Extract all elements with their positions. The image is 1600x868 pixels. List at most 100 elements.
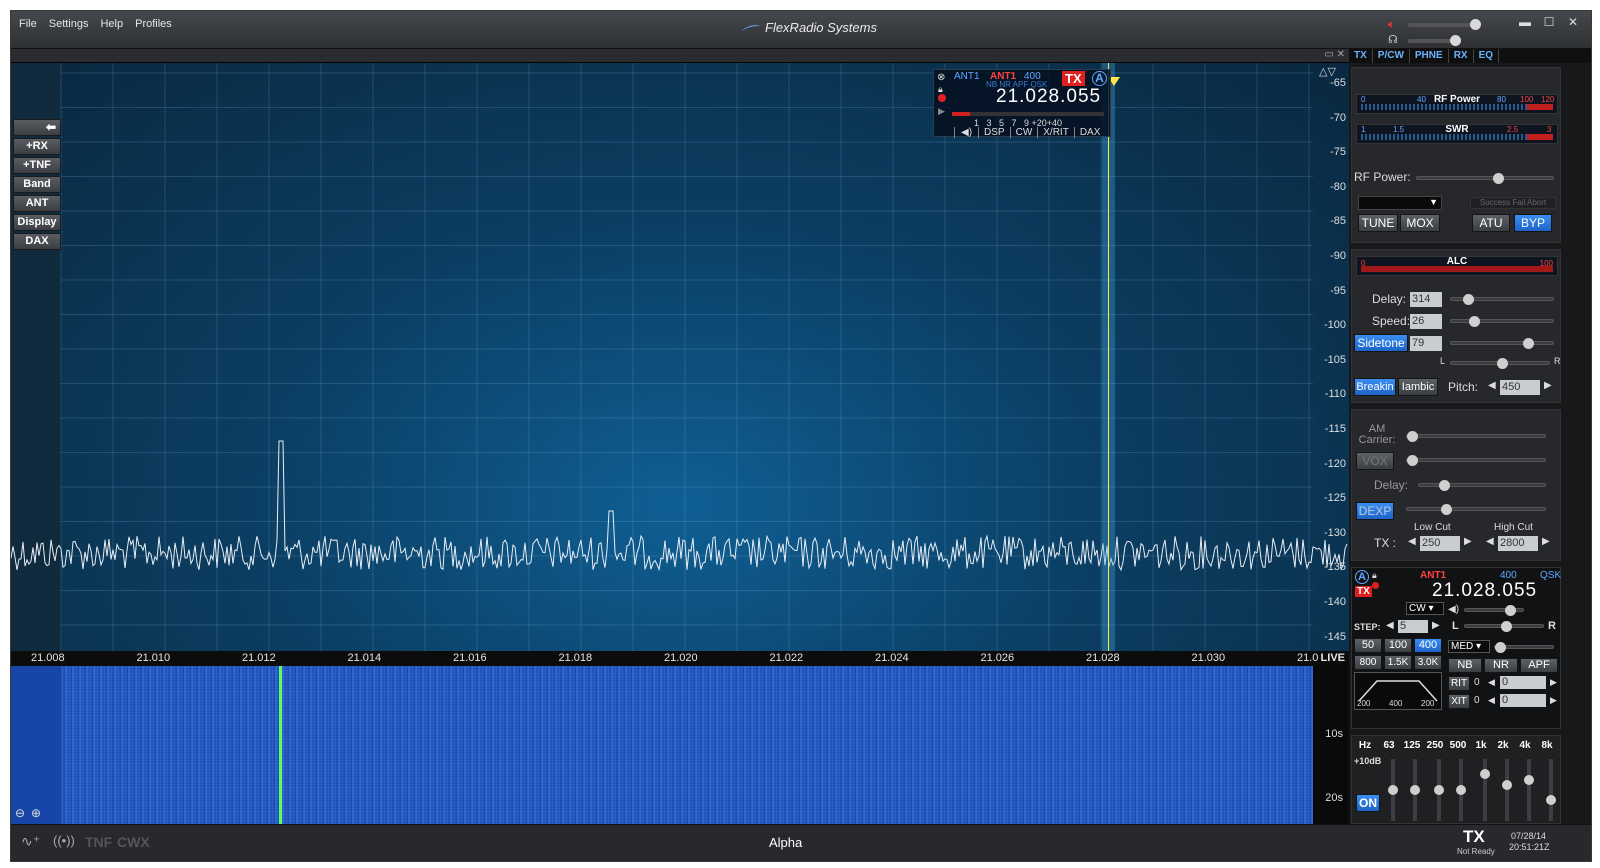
dexp-button[interactable]: DEXP xyxy=(1356,502,1394,520)
tab-rx[interactable]: RX xyxy=(1449,49,1474,63)
atu-button[interactable]: ATU xyxy=(1472,214,1510,232)
band-button[interactable]: Band xyxy=(13,176,61,193)
vox-delay-slider[interactable] xyxy=(1418,480,1546,491)
eq-band-slider[interactable] xyxy=(1524,759,1534,821)
pitch-value[interactable]: 450 xyxy=(1500,380,1540,395)
zoom-in-icon[interactable]: ⊕ xyxy=(31,806,41,820)
db-axis[interactable]: △▽ -65 -70 -75 -80 -85 -90 -95 -100 -105 -110 -115… xyxy=(1313,63,1349,651)
tab-phne[interactable]: PHNE xyxy=(1410,49,1449,63)
menu-file[interactable]: File xyxy=(19,18,37,30)
filter-1-5k-button[interactable]: 1.5K xyxy=(1384,655,1412,670)
agc-dropdown[interactable]: MED ▾ xyxy=(1448,640,1490,653)
eq-band-slider[interactable] xyxy=(1456,759,1466,821)
slice-tab-xrit[interactable]: X/RIT xyxy=(1037,127,1074,138)
cw-delay-value[interactable]: 314 xyxy=(1410,292,1442,307)
minimize-icon[interactable]: ▬ xyxy=(1515,15,1535,29)
xit-decrease-icon[interactable]: ◀ xyxy=(1488,695,1495,706)
slice-tab-dax[interactable]: DAX xyxy=(1073,127,1106,138)
low-cut-increase-icon[interactable]: ▶ xyxy=(1464,536,1472,547)
eq-band-slider[interactable] xyxy=(1434,759,1444,821)
menu-help[interactable]: Help xyxy=(100,18,123,30)
mox-button[interactable]: MOX xyxy=(1400,214,1440,232)
rx-frequency[interactable]: 21.028.055 xyxy=(1432,580,1537,602)
slice-marker-band[interactable] xyxy=(1102,63,1115,651)
apf-button[interactable]: APF xyxy=(1520,658,1558,673)
slice-frequency[interactable]: 21.028.055 xyxy=(996,86,1101,108)
ant-button[interactable]: ANT xyxy=(13,195,61,212)
am-carrier-slider[interactable] xyxy=(1406,431,1546,442)
eq-band-slider[interactable] xyxy=(1502,759,1512,821)
rit-decrease-icon[interactable]: ◀ xyxy=(1488,677,1495,688)
waveform-add-icon[interactable]: ∿⁺ xyxy=(21,833,40,850)
close-slice-icon[interactable]: ⊗ xyxy=(937,72,945,83)
vox-level-slider[interactable] xyxy=(1406,455,1546,466)
mode-dropdown[interactable]: CW ▾ xyxy=(1406,602,1444,615)
filter-100-button[interactable]: 100 xyxy=(1384,638,1412,653)
add-tnf-button[interactable]: +TNF xyxy=(13,157,61,174)
tab-eq[interactable]: EQ xyxy=(1474,49,1500,63)
headphone-icon[interactable]: ☊ xyxy=(1388,33,1398,46)
close-icon[interactable]: ✕ xyxy=(1563,15,1583,29)
step-decrease-icon[interactable]: ◀ xyxy=(1386,620,1394,631)
display-button[interactable]: Display xyxy=(13,214,61,231)
low-cut-decrease-icon[interactable]: ◀ xyxy=(1408,536,1416,547)
high-cut-value[interactable]: 2800 xyxy=(1498,536,1538,551)
rx-pan-slider[interactable] xyxy=(1464,621,1544,632)
eq-band-slider[interactable] xyxy=(1480,759,1490,821)
add-rx-button[interactable]: +RX xyxy=(13,138,61,155)
maximize-icon[interactable]: ☐ xyxy=(1539,15,1559,29)
slice-tab-cw[interactable]: CW xyxy=(1009,127,1038,138)
pan-window-controls[interactable]: ▭ ✕ xyxy=(1324,49,1345,60)
high-cut-decrease-icon[interactable]: ◀ xyxy=(1486,536,1494,547)
rit-offset[interactable]: 0 xyxy=(1500,676,1546,689)
menu-settings[interactable]: Settings xyxy=(49,18,89,30)
slice-tx-badge[interactable]: TX xyxy=(1062,71,1085,86)
rx-record-icon[interactable] xyxy=(1372,582,1379,589)
tab-pcw[interactable]: P/CW xyxy=(1373,49,1410,63)
wifi-signal-icon[interactable]: ((•)) xyxy=(53,833,75,848)
filter-shape-display[interactable]: 200 400 200 xyxy=(1354,672,1442,710)
filter-3-0k-button[interactable]: 3.0K xyxy=(1414,655,1442,670)
tnf-toggle[interactable]: TNF xyxy=(85,834,112,850)
filter-50-button[interactable]: 50 xyxy=(1354,638,1382,653)
zoom-out-icon[interactable]: ⊖ xyxy=(15,806,25,820)
cw-speed-slider[interactable] xyxy=(1450,316,1554,327)
rx-lock-icon[interactable]: 🔒︎ xyxy=(1372,570,1377,581)
tab-tx[interactable]: TX xyxy=(1349,49,1373,63)
rf-power-slider[interactable] xyxy=(1416,173,1554,184)
iambic-button[interactable]: Iambic xyxy=(1398,378,1438,396)
rx-audio-gain-slider[interactable] xyxy=(1464,605,1524,616)
rit-button[interactable]: RIT xyxy=(1448,676,1470,691)
low-cut-value[interactable]: 250 xyxy=(1420,536,1460,551)
cw-delay-slider[interactable] xyxy=(1450,294,1554,305)
dax-button[interactable]: DAX xyxy=(13,233,61,250)
panadapter-display[interactable]: ⬅ +RX +TNF Band ANT Display DAX xyxy=(11,63,1349,651)
pitch-increase-icon[interactable]: ▶ xyxy=(1544,380,1552,391)
headphone-volume-slider[interactable] xyxy=(1408,35,1461,46)
cwx-toggle[interactable]: CWX xyxy=(117,834,150,850)
collapse-arrow-icon[interactable]: ⬅ xyxy=(13,119,61,136)
play-icon[interactable]: ▶ xyxy=(938,106,945,117)
cw-speed-value[interactable]: 26 xyxy=(1410,314,1442,329)
agc-threshold-slider[interactable] xyxy=(1494,642,1554,653)
waterfall-display[interactable]: 10s 20s ⊖ ⊕ xyxy=(11,666,1349,824)
pitch-decrease-icon[interactable]: ◀ xyxy=(1488,380,1496,391)
rx-speaker-icon[interactable]: ◀︎) xyxy=(1448,604,1459,615)
frequency-axis[interactable]: LIVE 21.008 21.010 21.012 21.014 21.016 21.01… xyxy=(11,651,1349,666)
eq-on-button[interactable]: ON xyxy=(1356,794,1380,812)
step-increase-icon[interactable]: ▶ xyxy=(1432,620,1440,631)
rx-tx-badge[interactable]: TX xyxy=(1355,586,1372,597)
nr-button[interactable]: NR xyxy=(1484,658,1518,673)
eq-band-slider[interactable] xyxy=(1388,759,1398,821)
eq-band-slider[interactable] xyxy=(1546,759,1556,821)
dexp-slider[interactable] xyxy=(1406,504,1546,515)
filter-800-button[interactable]: 800 xyxy=(1354,655,1382,670)
vox-button[interactable]: VOX xyxy=(1356,452,1394,470)
breakin-button[interactable]: Breakin xyxy=(1354,378,1396,396)
master-volume-slider[interactable] xyxy=(1408,19,1481,30)
tx-profile-dropdown[interactable]: ▼ xyxy=(1358,196,1442,210)
rit-increase-icon[interactable]: ▶ xyxy=(1550,677,1557,688)
sidetone-button[interactable]: Sidetone xyxy=(1354,334,1408,352)
sidetone-value[interactable]: 79 xyxy=(1410,336,1442,351)
sidetone-slider[interactable] xyxy=(1450,338,1554,349)
